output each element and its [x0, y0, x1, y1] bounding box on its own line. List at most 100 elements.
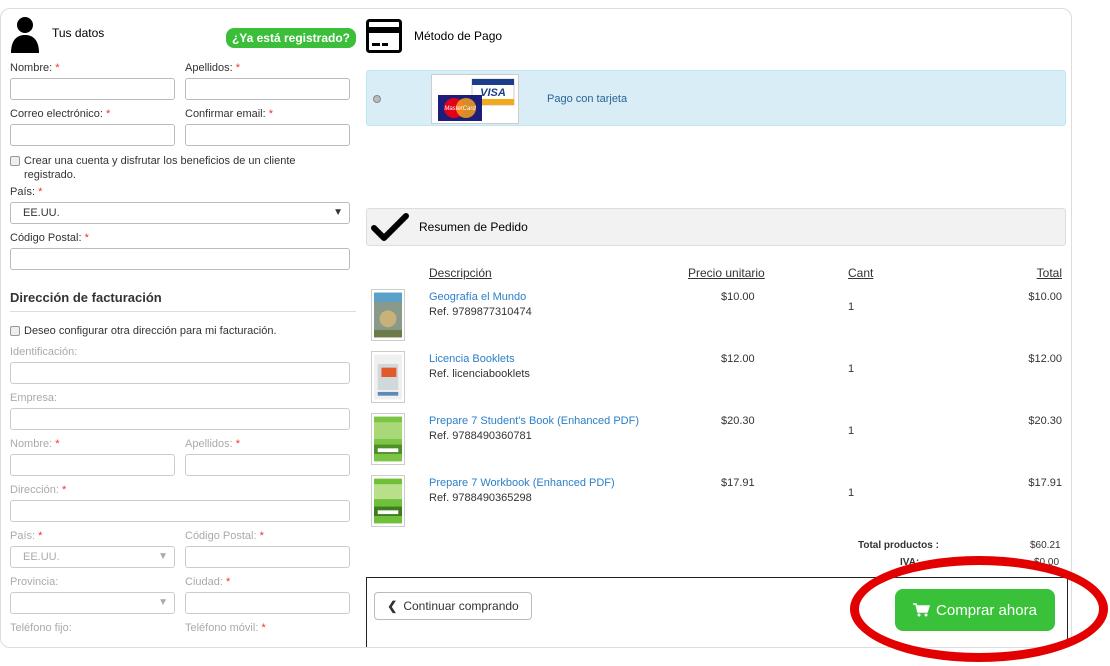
fact-nombre-input[interactable]	[10, 454, 175, 476]
pago-tarjeta-option[interactable]: VISA MasterCard Pago con tarjeta	[366, 70, 1066, 126]
product-thumbnail[interactable]	[371, 351, 405, 403]
left-column: Tus datos ¿Ya está registrado? Nombre: *…	[10, 14, 356, 646]
pais-label: País: *	[10, 186, 43, 198]
product-price: $20.30	[721, 415, 755, 427]
codigo-postal-label: Código Postal: *	[10, 232, 89, 244]
product-ref: Ref. licenciabooklets	[429, 368, 530, 380]
card-brands-logo: VISA MasterCard	[431, 74, 519, 124]
product-ref: Ref. 9788490365298	[429, 492, 532, 504]
tus-datos-title: Tus datos	[52, 26, 105, 40]
product-total: $10.00	[1028, 291, 1062, 303]
nombre-label: Nombre: *	[10, 62, 60, 74]
registered-login-button[interactable]: ¿Ya está registrado?	[225, 28, 356, 48]
fact-cp-input[interactable]	[185, 546, 350, 568]
col-precio-unitario: Precio unitario	[688, 266, 765, 280]
confirmar-email-input[interactable]	[185, 124, 350, 146]
product-ref: Ref. 9789877310474	[429, 306, 532, 318]
empresa-label: Empresa:	[10, 392, 58, 404]
nombre-input[interactable]	[10, 78, 175, 100]
fact-apellidos-label: Apellidos: *	[185, 438, 241, 450]
table-row: Licencia Booklets Ref. licenciabooklets …	[366, 351, 1066, 409]
chevron-left-icon: ❮	[387, 599, 398, 613]
product-thumbnail[interactable]	[371, 475, 405, 527]
direccion-input[interactable]	[10, 500, 350, 522]
product-qty: 1	[848, 363, 855, 375]
dropdown-arrow-icon: ▼	[333, 207, 343, 218]
product-link[interactable]: Prepare 7 Student's Book (Enhanced PDF)	[429, 415, 639, 427]
otra-direccion-checkbox[interactable]	[10, 326, 20, 336]
product-link[interactable]: Prepare 7 Workbook (Enhanced PDF)	[429, 477, 615, 489]
ciudad-label: Ciudad: *	[185, 576, 231, 588]
provincia-label: Provincia:	[10, 576, 59, 588]
product-price: $17.91	[721, 477, 755, 489]
fact-pais-label: País: *	[10, 530, 43, 542]
fact-nombre-label: Nombre: *	[10, 438, 60, 450]
provincia-select[interactable]: ▼	[10, 592, 175, 614]
ciudad-input[interactable]	[185, 592, 350, 614]
crear-cuenta-text: Crear una cuenta y disfrutar los benefic…	[24, 155, 296, 181]
apellidos-label: Apellidos: *	[185, 62, 241, 74]
crear-cuenta-checkbox[interactable]	[10, 156, 20, 166]
product-thumbnail[interactable]	[371, 289, 405, 341]
fact-cp-label: Código Postal: *	[185, 530, 264, 542]
col-descripcion: Descripción	[429, 266, 492, 280]
metodo-pago-header: Método de Pago	[366, 18, 502, 54]
pago-tarjeta-label: Pago con tarjeta	[547, 93, 628, 105]
identificacion-input[interactable]	[10, 362, 350, 384]
total-productos-value: $60.21	[1030, 540, 1061, 551]
product-total: $17.91	[1028, 477, 1062, 489]
tus-datos-header: Tus datos ¿Ya está registrado?	[10, 14, 356, 62]
checkmark-icon	[371, 213, 409, 241]
empresa-input[interactable]	[10, 408, 350, 430]
continuar-comprando-button[interactable]: ❮ Continuar comprando	[374, 592, 532, 620]
metodo-pago-title: Método de Pago	[414, 29, 503, 43]
table-row: Prepare 7 Workbook (Enhanced PDF) Ref. 9…	[366, 475, 1066, 533]
table-row: Prepare 7 Student's Book (Enhanced PDF) …	[366, 413, 1066, 471]
comprar-ahora-button[interactable]: Comprar ahora	[895, 589, 1055, 631]
product-link[interactable]: Licencia Booklets	[429, 353, 515, 365]
product-ref: Ref. 9788490360781	[429, 430, 532, 442]
fact-pais-select[interactable]: EE.UU. ▼	[10, 546, 175, 568]
product-qty: 1	[848, 487, 855, 499]
shopping-cart-icon	[913, 603, 931, 617]
fact-apellidos-input[interactable]	[185, 454, 350, 476]
identificacion-label: Identificación:	[10, 346, 78, 358]
credit-card-icon	[366, 19, 402, 53]
pago-tarjeta-radio[interactable]	[373, 95, 381, 103]
direccion-label: Dirección: *	[10, 484, 67, 496]
svg-text:VISA: VISA	[480, 87, 506, 99]
product-thumbnail[interactable]	[371, 413, 405, 465]
iva-value: $0.00	[1034, 557, 1060, 568]
iva-label: IVA:	[900, 557, 920, 568]
correo-input[interactable]	[10, 124, 175, 146]
user-icon	[11, 17, 39, 53]
dropdown-arrow-icon: ▼	[158, 551, 168, 562]
telefono-fijo-label: Teléfono fijo:	[10, 622, 72, 634]
book-cover-icon	[374, 416, 402, 462]
table-row: Geografía el Mundo Ref. 9789877310474 $1…	[366, 289, 1066, 347]
otra-direccion-text: Deseo configurar otra dirección para mi …	[24, 325, 277, 337]
correo-label: Correo electrónico: *	[10, 108, 111, 120]
codigo-postal-input[interactable]	[10, 248, 350, 270]
dropdown-arrow-icon: ▼	[158, 597, 168, 608]
svg-text:MasterCard: MasterCard	[444, 106, 476, 112]
book-cover-icon	[374, 354, 402, 400]
crear-cuenta-option[interactable]: Crear una cuenta y disfrutar los benefic…	[10, 154, 310, 182]
product-total: $12.00	[1028, 353, 1062, 365]
product-qty: 1	[848, 301, 855, 313]
telefono-movil-label: Teléfono móvil: *	[185, 622, 266, 634]
product-price: $10.00	[721, 291, 755, 303]
pais-select[interactable]: EE.UU. ▼	[10, 202, 350, 224]
resumen-pedido-header: Resumen de Pedido	[366, 208, 1066, 246]
product-link[interactable]: Geografía el Mundo	[429, 291, 526, 303]
apellidos-input[interactable]	[185, 78, 350, 100]
product-price: $12.00	[721, 353, 755, 365]
book-cover-icon	[374, 292, 402, 338]
product-total: $20.30	[1028, 415, 1062, 427]
otra-direccion-option[interactable]: Deseo configurar otra dirección para mi …	[10, 324, 356, 338]
book-cover-icon	[374, 478, 402, 524]
visa-mastercard-icon: VISA MasterCard	[438, 78, 515, 121]
facturacion-title: Dirección de facturación	[10, 290, 356, 312]
col-cant: Cant	[848, 266, 874, 280]
product-qty: 1	[848, 425, 855, 437]
